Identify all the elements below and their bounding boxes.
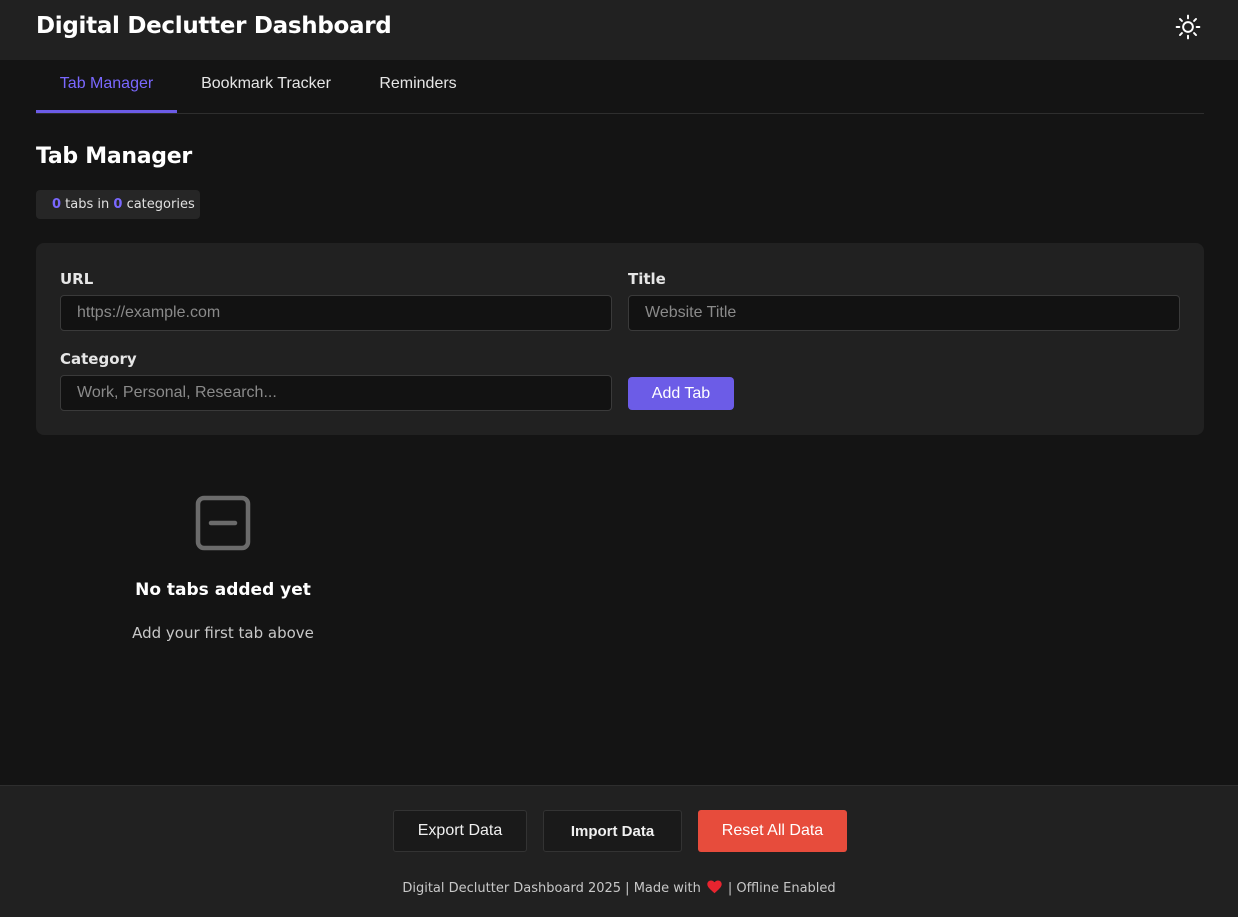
tab-bar: Tab Manager Bookmark Tracker Reminders: [36, 60, 1204, 114]
category-input[interactable]: [60, 375, 612, 411]
categories-text: categories: [122, 197, 195, 212]
sun-icon: [1175, 14, 1201, 40]
tab-bookmark-tracker[interactable]: Bookmark Tracker: [191, 60, 341, 113]
empty-state-subtitle: Add your first tab above: [132, 624, 314, 642]
tab-tab-manager[interactable]: Tab Manager: [36, 60, 177, 113]
reset-all-data-button[interactable]: Reset All Data: [698, 810, 847, 852]
minus-square-icon: [195, 495, 251, 551]
tab-count: 0: [52, 197, 62, 212]
stats-badge: 0 tabs in 0 categories: [36, 190, 200, 219]
url-input[interactable]: [60, 295, 612, 331]
add-tab-button[interactable]: Add Tab: [628, 377, 734, 410]
footer-note: Digital Declutter Dashboard 2025 | Made …: [0, 880, 1238, 896]
title-label: Title: [628, 270, 666, 288]
export-data-button[interactable]: Export Data: [393, 810, 527, 852]
footer: Export Data Import Data Reset All Data D…: [0, 785, 1238, 917]
add-tab-form: URL Title Category Add Tab: [36, 243, 1204, 435]
category-label: Category: [60, 350, 137, 368]
top-bar: Digital Declutter Dashboard: [0, 0, 1238, 60]
title-input[interactable]: [628, 295, 1180, 331]
import-data-button[interactable]: Import Data: [543, 810, 682, 852]
heart-icon: [707, 880, 722, 894]
section-title: Tab Manager: [36, 144, 192, 169]
tabs-in-text: tabs in: [61, 197, 114, 212]
footer-note-end: | Offline Enabled: [727, 881, 836, 896]
tab-reminders[interactable]: Reminders: [367, 60, 469, 113]
theme-toggle-button[interactable]: [1171, 10, 1205, 44]
empty-state-title: No tabs added yet: [135, 580, 311, 600]
app-title: Digital Declutter Dashboard: [36, 13, 392, 39]
url-label: URL: [60, 270, 94, 288]
footer-note-start: Digital Declutter Dashboard 2025 | Made …: [402, 881, 701, 896]
